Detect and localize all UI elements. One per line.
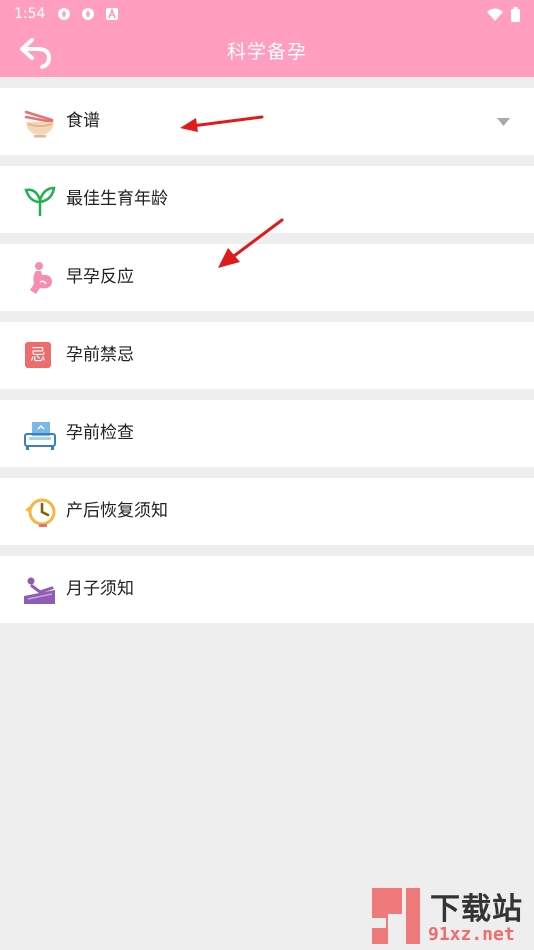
watermark-url: 91xz.net xyxy=(428,924,515,945)
menu-item-taboos[interactable]: 忌 孕前禁忌 xyxy=(0,322,534,389)
menu-item-label: 孕前检查 xyxy=(66,423,134,443)
wifi-icon xyxy=(487,8,503,21)
app-header: 科学备孕 xyxy=(0,28,534,77)
page-title: 科学备孕 xyxy=(226,41,307,63)
menu-item-postpartum[interactable]: 产后恢复须知 xyxy=(0,478,534,545)
sprout-icon xyxy=(24,186,56,216)
menu-item-label: 孕前禁忌 xyxy=(66,345,134,365)
resting-person-icon xyxy=(24,577,55,604)
app-notification-icon xyxy=(58,8,71,20)
menu-list: 食谱 最佳生育年龄 早孕反应 忌 孕前禁忌 孕前检查 产后恢复须知 月子须知 xyxy=(0,88,534,634)
battery-icon xyxy=(511,6,520,22)
taboo-badge-icon: 忌 xyxy=(25,342,51,368)
menu-item-label: 最佳生育年龄 xyxy=(66,189,168,209)
menu-item-confinement[interactable]: 月子须知 xyxy=(0,556,534,623)
examination-machine-icon xyxy=(24,422,56,450)
menu-item-early-pregnancy[interactable]: 早孕反应 xyxy=(0,244,534,311)
app-notification-icon xyxy=(82,8,95,20)
menu-item-label: 产后恢复须知 xyxy=(66,501,168,521)
menu-item-best-age[interactable]: 最佳生育年龄 xyxy=(0,166,534,233)
watermark-91-icon xyxy=(372,888,420,944)
menu-item-label: 月子须知 xyxy=(66,579,134,599)
watermark-logo-text: 下载站 xyxy=(430,892,523,927)
taboo-badge-text: 忌 xyxy=(29,345,46,364)
status-time: 1:54 xyxy=(14,6,46,22)
watermark-logo: 下载站 91xz.net xyxy=(362,884,532,948)
clock-recovery-icon xyxy=(25,498,56,527)
bowl-chopsticks-icon xyxy=(24,110,54,138)
caret-down-icon[interactable] xyxy=(497,118,510,126)
status-bar: 1:54 xyxy=(0,0,534,28)
menu-item-pre-exam[interactable]: 孕前检查 xyxy=(0,400,534,467)
menu-item-label: 早孕反应 xyxy=(66,267,134,287)
text-a-icon xyxy=(106,7,119,20)
menu-item-recipes[interactable]: 食谱 xyxy=(0,88,534,155)
menu-item-label: 食谱 xyxy=(66,111,100,131)
pregnant-woman-icon xyxy=(30,262,52,294)
